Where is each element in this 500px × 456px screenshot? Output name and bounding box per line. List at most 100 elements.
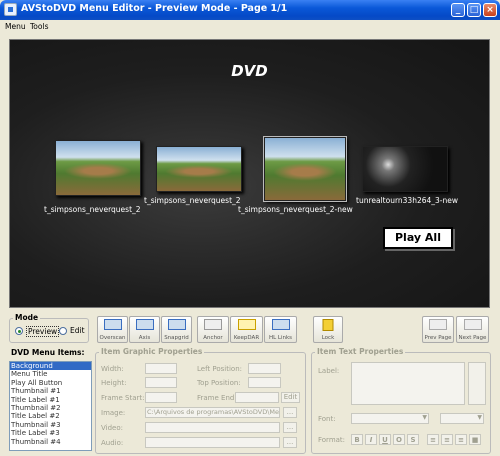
list-item[interactable]: Background	[10, 362, 91, 371]
width-label: Width:	[101, 365, 124, 373]
preview-radio[interactable]	[15, 327, 23, 335]
outline-button[interactable]: O	[393, 434, 405, 445]
frame-start-input[interactable]	[145, 392, 177, 403]
thumbnail-3-label[interactable]: t_simpsons_neverquest_2-new	[238, 205, 353, 214]
list-item[interactable]: Thumbnail #2	[10, 404, 91, 412]
list-item[interactable]: Title Label #2	[10, 412, 91, 420]
window-title: AVStoDVD Menu Editor - Preview Mode - Pa…	[21, 3, 288, 14]
menu-menu[interactable]: Menu	[5, 22, 26, 31]
font-label: Font:	[318, 415, 336, 423]
edit-radio-label[interactable]: Edit	[70, 326, 85, 335]
lock-button[interactable]: Lock	[313, 316, 343, 343]
image-label: Image:	[101, 409, 126, 417]
highlight-links-icon	[271, 319, 290, 330]
edit-radio[interactable]	[59, 327, 67, 335]
next-page-button[interactable]: Next Page	[456, 316, 489, 343]
menu-items-list[interactable]: Background Menu Title Play All Button Th…	[9, 361, 92, 451]
list-item[interactable]: Title Label #3	[10, 429, 91, 437]
video-browse-button[interactable]: ...	[283, 422, 297, 433]
chevron-down-icon: ▼	[422, 414, 427, 421]
height-label: Height:	[101, 379, 127, 387]
list-item[interactable]: Thumbnail #3	[10, 421, 91, 429]
video-path-input[interactable]	[145, 422, 280, 433]
width-input[interactable]	[145, 363, 177, 374]
keepdar-button[interactable]: KeepDAR	[230, 316, 263, 343]
top-position-input[interactable]	[248, 377, 281, 388]
left-position-label: Left Position:	[197, 365, 243, 373]
edit-frame-button[interactable]: Edit	[281, 392, 300, 403]
label-side-button[interactable]	[468, 362, 486, 405]
menu-tools[interactable]: Tools	[30, 22, 48, 31]
frame-end-input[interactable]	[235, 392, 279, 403]
axis-icon	[135, 319, 154, 330]
height-input[interactable]	[145, 377, 177, 388]
anchor-button[interactable]: Anchor	[197, 316, 229, 343]
video-label: Video:	[101, 424, 123, 432]
underline-button[interactable]: U	[379, 434, 391, 445]
play-all-button[interactable]: Play All	[383, 227, 453, 249]
list-item[interactable]: Title Label #1	[10, 396, 91, 404]
prev-page-icon	[429, 319, 447, 330]
color-button[interactable]: ■	[469, 434, 481, 445]
thumbnail-2-label[interactable]: t_simpsons_neverquest_2	[144, 196, 241, 205]
maximize-button[interactable]: □	[467, 3, 481, 17]
padlock-icon	[322, 319, 334, 331]
snapgrid-button[interactable]: Snapgrid	[161, 316, 192, 343]
label-textarea[interactable]	[351, 362, 465, 405]
overscan-icon	[103, 319, 122, 330]
overscan-button[interactable]: Overscan	[97, 316, 128, 343]
axis-button[interactable]: Axis	[129, 316, 160, 343]
list-item[interactable]: Menu Title	[10, 370, 91, 378]
bold-button[interactable]: B	[351, 434, 363, 445]
frame-start-label: Frame Start:	[101, 394, 145, 402]
graphic-legend: Item Graphic Properties	[99, 347, 205, 356]
thumbnail-4[interactable]	[362, 146, 448, 192]
audio-label: Audio:	[101, 439, 124, 447]
image-path-input[interactable]: C:\Arquivos de programas\AVStoDVD\Me	[145, 407, 280, 418]
next-page-icon	[463, 319, 482, 330]
menu-title[interactable]: DVD	[10, 62, 489, 80]
items-legend: DVD Menu Items:	[9, 348, 87, 357]
title-bar: AVStoDVD Menu Editor - Preview Mode - Pa…	[0, 0, 500, 20]
audio-browse-button[interactable]: ...	[283, 437, 297, 448]
italic-button[interactable]: I	[365, 434, 377, 445]
audio-path-input[interactable]	[145, 437, 280, 448]
frame-end-label: Frame End:	[197, 394, 237, 402]
font-size-select[interactable]: ▼	[440, 413, 484, 424]
paperclip-icon	[204, 319, 222, 330]
minimize-button[interactable]: _	[451, 3, 465, 17]
align-center-button[interactable]: ≡	[441, 434, 453, 445]
font-select[interactable]: ▼	[351, 413, 429, 424]
image-browse-button[interactable]: ...	[283, 407, 297, 418]
list-item[interactable]: Thumbnail #4	[10, 438, 91, 446]
label-label: Label:	[318, 367, 340, 375]
hl-links-button[interactable]: HL Links	[264, 316, 297, 343]
align-left-icon: ≡	[430, 436, 436, 444]
chevron-down-icon: ▼	[477, 414, 482, 421]
app-icon	[4, 3, 17, 16]
list-item[interactable]: Thumbnail #1	[10, 387, 91, 395]
thumbnail-2[interactable]	[156, 146, 242, 192]
palette-icon: ■	[471, 436, 479, 444]
align-center-icon: ≡	[444, 436, 450, 444]
close-button[interactable]: ×	[483, 3, 497, 17]
align-left-button[interactable]: ≡	[427, 434, 439, 445]
menu-bar: Menu Tools	[0, 20, 500, 34]
top-position-label: Top Position:	[197, 379, 241, 387]
thumbnail-3[interactable]	[263, 136, 347, 202]
left-position-input[interactable]	[248, 363, 281, 374]
lock-ratio-icon	[237, 319, 256, 330]
snapgrid-icon	[167, 319, 186, 330]
text-legend: Item Text Properties	[315, 347, 406, 356]
thumbnail-1-label[interactable]: t_simpsons_neverquest_2	[44, 205, 141, 214]
shadow-button[interactable]: S	[407, 434, 419, 445]
preview-radio-label[interactable]: Preview	[26, 326, 60, 337]
align-right-button[interactable]: ≡	[455, 434, 467, 445]
format-label: Format:	[318, 436, 346, 444]
thumbnail-4-label[interactable]: tunrealtourn33h264_3-new	[356, 196, 458, 205]
prev-page-button[interactable]: Prev Page	[422, 316, 454, 343]
list-item[interactable]: Play All Button	[10, 379, 91, 387]
menu-preview-canvas[interactable]: DVD t_simpsons_neverquest_2 t_simpsons_n…	[9, 39, 490, 308]
thumbnail-1[interactable]	[55, 140, 141, 196]
mode-legend: Mode	[13, 313, 41, 322]
